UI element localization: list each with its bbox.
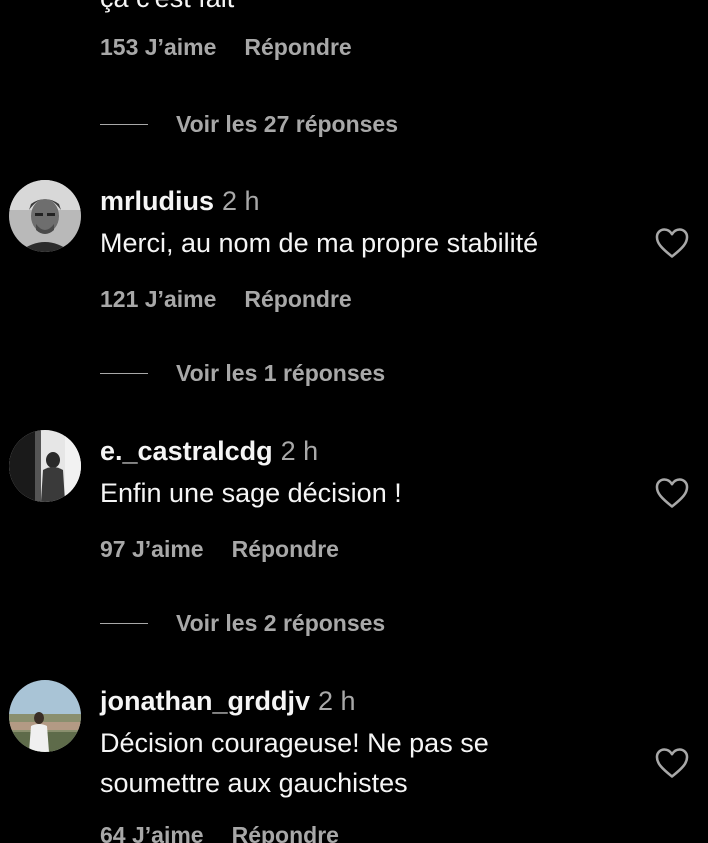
comment-actions: 153 J’aime Répondre — [100, 34, 352, 61]
avatar[interactable] — [9, 180, 81, 252]
divider-line — [100, 623, 148, 624]
view-replies-label: Voir les 2 réponses — [176, 610, 386, 636]
divider-line — [100, 373, 148, 374]
comment-text: Merci, au nom de ma propre stabilité — [100, 228, 539, 258]
divider-line — [100, 124, 148, 125]
comment-text: Décision courageuse! Ne pas se soumettre… — [100, 728, 489, 798]
comment-header: e._castralcdg 2 h — [100, 436, 318, 467]
timestamp: 2 h — [280, 436, 319, 466]
timestamp: 2 h — [222, 186, 260, 216]
comment-actions: 64 J’aime Répondre — [100, 822, 339, 843]
comment-text: Enfin une sage décision ! — [100, 478, 402, 508]
username[interactable]: mrludius — [100, 186, 214, 217]
view-replies-button[interactable]: Voir les 1 réponses — [100, 360, 385, 387]
comment-actions: 97 J’aime Répondre — [100, 536, 339, 563]
username[interactable]: e._castralcdg — [100, 436, 273, 467]
comments-feed: ça c'est fait 153 J’aime Répondre Voir l… — [0, 0, 708, 843]
like-count[interactable]: 64 J’aime — [100, 822, 204, 843]
reply-button[interactable]: Répondre — [244, 286, 351, 313]
avatar[interactable] — [9, 430, 81, 502]
reply-button[interactable]: Répondre — [232, 822, 339, 843]
heart-outline-icon[interactable] — [653, 744, 691, 782]
view-replies-button[interactable]: Voir les 27 réponses — [100, 111, 398, 138]
comment-actions: 121 J’aime Répondre — [100, 286, 352, 313]
view-replies-label: Voir les 1 réponses — [176, 360, 386, 386]
like-count[interactable]: 121 J’aime — [100, 286, 216, 313]
avatar[interactable] — [9, 680, 81, 752]
username[interactable]: jonathan_grddjv — [100, 686, 310, 717]
reply-button[interactable]: Répondre — [244, 34, 351, 61]
like-count[interactable]: 97 J’aime — [100, 536, 204, 563]
comment-text: ça c'est fait — [100, 0, 234, 14]
timestamp: 2 h — [318, 686, 356, 716]
like-count[interactable]: 153 J’aime — [100, 34, 216, 61]
heart-outline-icon[interactable] — [653, 224, 691, 262]
view-replies-label: Voir les 27 réponses — [176, 111, 399, 137]
view-replies-button[interactable]: Voir les 2 réponses — [100, 610, 385, 637]
comment-header: mrludius 2 h — [100, 186, 260, 217]
comment-header: jonathan_grddjv 2 h — [100, 686, 356, 717]
reply-button[interactable]: Répondre — [232, 536, 339, 563]
heart-outline-icon[interactable] — [653, 474, 691, 512]
